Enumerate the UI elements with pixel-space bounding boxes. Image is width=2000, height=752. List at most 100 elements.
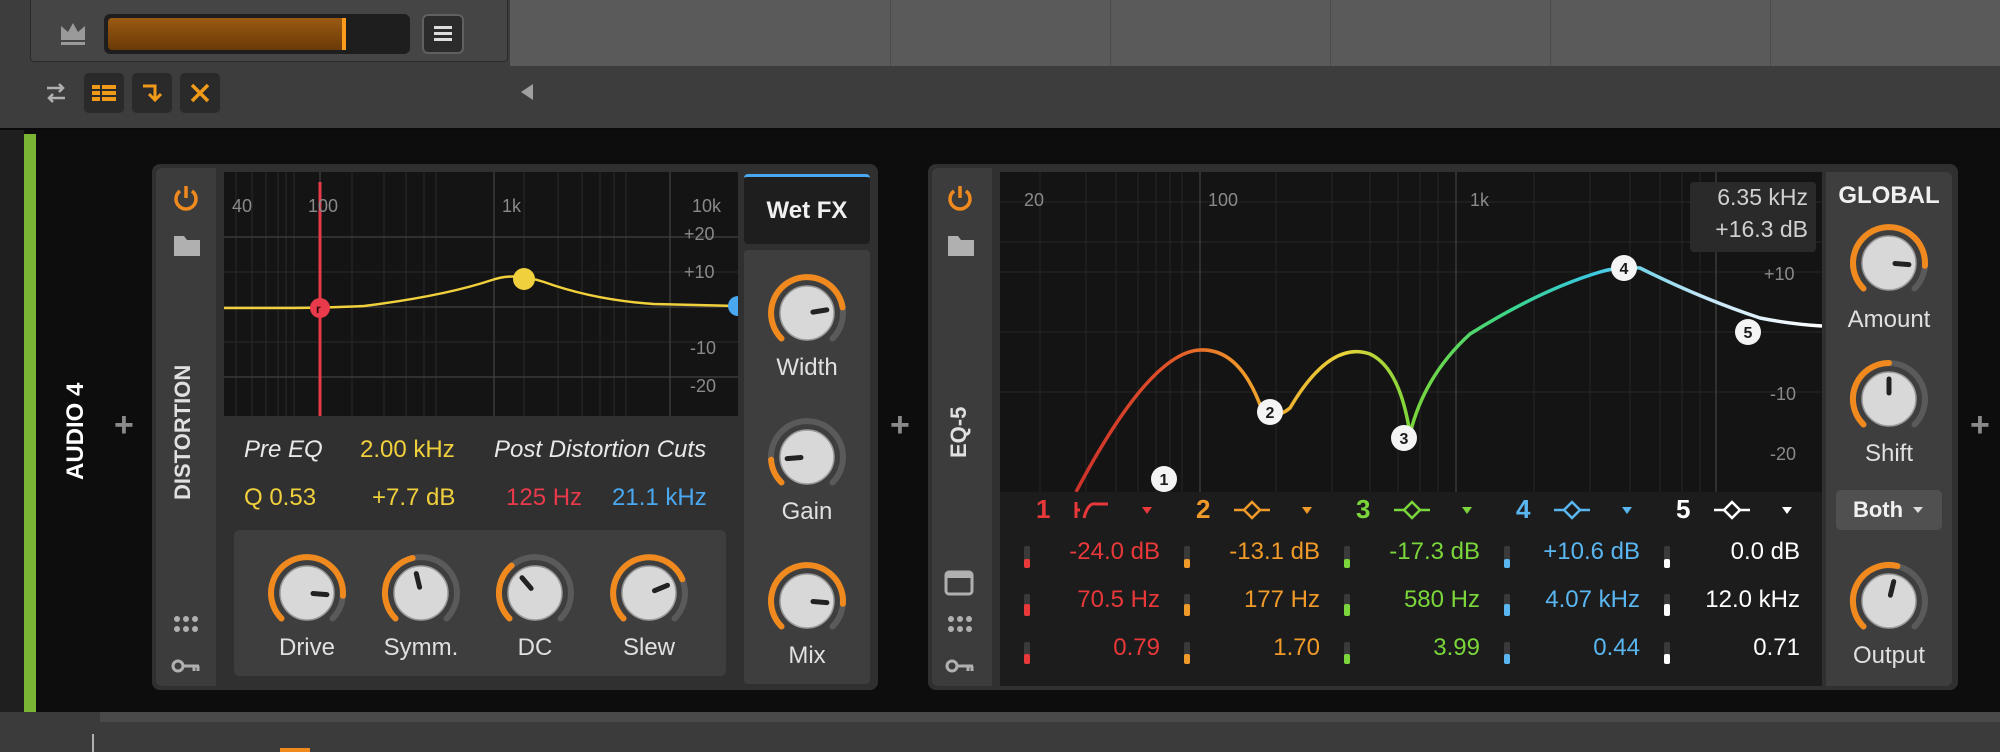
triangle-left-icon[interactable] (518, 82, 536, 102)
band-dropdown-arrow-icon[interactable] (1620, 504, 1634, 516)
svg-text:5: 5 (1744, 325, 1753, 342)
track-color-bar (24, 134, 36, 712)
symmetry-knob[interactable] (376, 548, 466, 643)
eq-band-number[interactable]: 1 (1036, 494, 1050, 525)
slew-knob-svg (610, 554, 688, 622)
eq-band-q[interactable]: 1.70 (1194, 634, 1320, 662)
band-dropdown-arrow-icon[interactable] (1140, 504, 1154, 516)
eq-band-freq[interactable]: 177 Hz (1194, 586, 1320, 614)
eq-band-value-bar-fill (1344, 604, 1350, 616)
wet-fx-button[interactable]: Wet FX (744, 174, 870, 244)
width-knob[interactable] (762, 268, 852, 363)
band-dropdown-arrow-icon[interactable] (1460, 504, 1474, 516)
eq-band-gain[interactable]: 0.0 dB (1674, 538, 1800, 566)
add-device-between-button[interactable]: + (890, 406, 910, 445)
slew-knob[interactable] (604, 548, 694, 643)
db-tick-plus20: +20 (684, 224, 715, 244)
svg-text:1: 1 (1160, 472, 1169, 489)
collapse-button[interactable] (132, 73, 172, 113)
pre-eq-gain[interactable]: +7.7 dB (372, 484, 455, 512)
bell-filter-icon[interactable] (1712, 498, 1752, 522)
eq-band-q[interactable]: 0.79 (1034, 634, 1160, 662)
amount-knob[interactable] (1844, 218, 1934, 313)
band-dropdown-arrow-icon[interactable] (1780, 504, 1794, 516)
arranger-timeline[interactable] (510, 0, 2000, 66)
amount-knob-svg (1850, 224, 1928, 292)
add-device-end-button[interactable]: + (1970, 406, 1990, 445)
eq-band-number[interactable]: 4 (1516, 494, 1530, 525)
bottom-scroll-strip[interactable] (100, 712, 2000, 722)
band-dropdown-arrow-icon[interactable] (1300, 504, 1314, 516)
eq-band-gain[interactable]: -24.0 dB (1034, 538, 1160, 566)
eq-band-freq[interactable]: 4.07 kHz (1514, 586, 1640, 614)
drive-knob[interactable] (262, 548, 352, 643)
pre-eq-freq[interactable]: 2.00 kHz (360, 436, 455, 464)
gain-knob-svg (768, 418, 846, 486)
eq-band-value-bar-fill (1184, 604, 1190, 616)
bell-filter-icon[interactable] (1552, 498, 1592, 522)
eq-readout-gain: +16.3 dB (1715, 216, 1808, 242)
swap-icon (47, 83, 65, 103)
output-knob[interactable] (1844, 556, 1934, 651)
swap-button[interactable] (36, 73, 76, 113)
modulator-key-icon[interactable] (944, 656, 976, 681)
menu-button[interactable] (422, 14, 464, 54)
eq5-power-button[interactable] (944, 182, 976, 219)
gain-knob[interactable] (762, 412, 852, 507)
eq-band-gain[interactable]: +10.6 dB (1514, 538, 1640, 566)
eq-band-freq[interactable]: 70.5 Hz (1034, 586, 1160, 614)
grid-dots-icon[interactable] (946, 614, 974, 643)
track-name: AUDIO 4 (62, 382, 89, 480)
chevron-down-icon (1913, 507, 1924, 513)
list-view-button[interactable] (84, 73, 124, 113)
eq-band-gain[interactable]: -13.1 dB (1194, 538, 1320, 566)
folder-icon[interactable] (172, 232, 202, 263)
low-cut-filter-icon[interactable] (1072, 498, 1112, 522)
crown-icon[interactable] (58, 18, 88, 48)
eq-band-number[interactable]: 3 (1356, 494, 1370, 525)
freq-tick-100: 100 (308, 196, 339, 216)
grid-dots-icon[interactable] (172, 614, 200, 643)
mix-knob-svg (768, 562, 846, 630)
drive-knob-svg (268, 554, 346, 622)
bell-filter-icon[interactable] (1232, 498, 1272, 522)
low-cut-freq[interactable]: 125 Hz (506, 484, 582, 512)
eq-band-value-bar (1024, 546, 1030, 568)
high-cut-freq[interactable]: 21.1 kHz (612, 484, 707, 512)
list-icon (92, 85, 116, 101)
eq-band-q[interactable]: 0.44 (1514, 634, 1640, 662)
eq-band-freq[interactable]: 580 Hz (1354, 586, 1480, 614)
eq-band-number[interactable]: 5 (1676, 494, 1690, 525)
eq-band-freq[interactable]: 12.0 kHz (1674, 586, 1800, 614)
shift-knob[interactable] (1844, 354, 1934, 449)
eq-freq-tick-20: 20 (1024, 190, 1045, 210)
eq5-display[interactable]: 1 2 3 4 5 20 100 1k +10 -10 -20 6.35 kHz… (1000, 172, 1822, 492)
dc-knob-svg (495, 554, 574, 622)
both-dropdown[interactable]: Both (1836, 490, 1942, 530)
output-label: Output (1852, 642, 1926, 669)
eq-band-value-bar-fill (1024, 654, 1030, 664)
svg-text:4: 4 (1620, 261, 1629, 278)
eq-band-value-bar (1344, 642, 1350, 664)
eq-band-q[interactable]: 0.71 (1674, 634, 1800, 662)
folder-icon[interactable] (946, 232, 976, 263)
power-button[interactable] (170, 182, 202, 219)
close-button[interactable] (180, 73, 220, 113)
menu-icon (434, 26, 452, 41)
db-tick-plus10: +10 (684, 262, 715, 282)
power-icon (174, 186, 198, 211)
pre-eq-q[interactable]: Q 0.53 (244, 484, 316, 512)
mix-knob[interactable] (762, 556, 852, 651)
eq-band-gain[interactable]: -17.3 dB (1354, 538, 1480, 566)
close-x-icon (190, 83, 210, 103)
eq-band-value-bar (1184, 594, 1190, 616)
eq-band-number[interactable]: 2 (1196, 494, 1210, 525)
eq-db-tick-plus10: +10 (1764, 264, 1795, 284)
modulator-key-icon[interactable] (170, 656, 202, 681)
eq-band-q[interactable]: 3.99 (1354, 634, 1480, 662)
dc-knob[interactable] (490, 548, 580, 643)
window-icon[interactable] (944, 570, 974, 601)
distortion-eq-display[interactable]: r 40 100 1k 10k +20 +10 -10 -20 (224, 172, 738, 416)
bell-filter-icon[interactable] (1392, 498, 1432, 522)
add-device-button[interactable]: + (114, 406, 134, 445)
